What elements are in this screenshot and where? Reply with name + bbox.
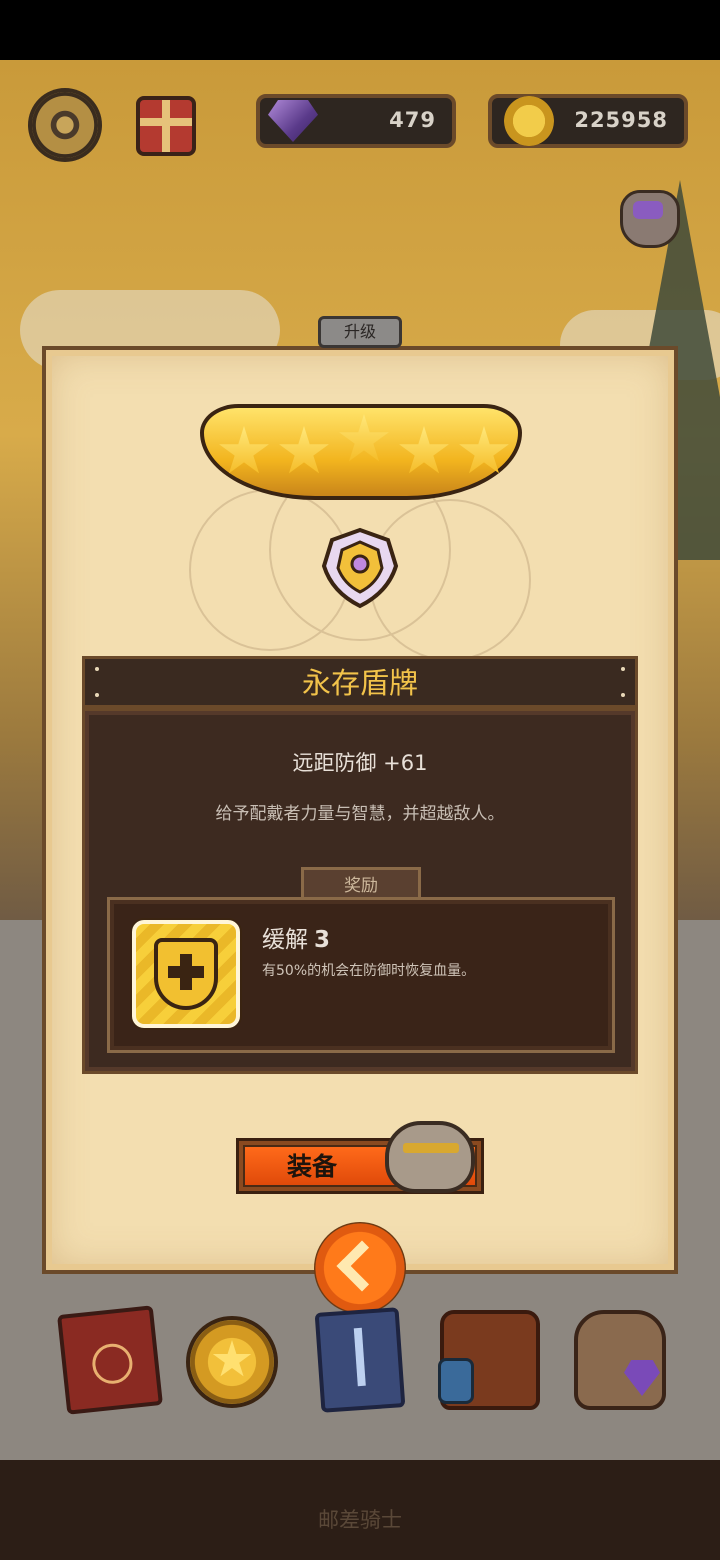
shield-item-icon bbox=[321, 527, 399, 609]
star-icon bbox=[339, 414, 389, 462]
gem-counter[interactable]: 479 bbox=[256, 94, 456, 148]
backpack-icon bbox=[385, 1121, 475, 1193]
reward-tab: 奖励 bbox=[301, 867, 421, 901]
back-button[interactable] bbox=[314, 1222, 406, 1314]
item-description: 给予配戴者力量与智慧，并超越敌人。 bbox=[215, 804, 505, 824]
gem-icon bbox=[268, 100, 318, 142]
nav-cards-icon[interactable] bbox=[314, 1307, 406, 1413]
gem-count: 479 bbox=[389, 108, 436, 132]
upgrade-tab[interactable]: 升级 bbox=[318, 316, 402, 348]
loot-bag-icon[interactable] bbox=[620, 190, 680, 248]
nav-treasure-icon[interactable] bbox=[574, 1310, 666, 1410]
item-name-bar: 永存盾牌 bbox=[82, 656, 638, 708]
nav-spellbook-icon[interactable] bbox=[57, 1305, 163, 1415]
heal-shield-icon bbox=[132, 920, 240, 1028]
equip-button[interactable]: 装备 bbox=[236, 1121, 484, 1194]
settings-gear-icon[interactable] bbox=[32, 92, 98, 158]
perk-description: 有50%的机会在防御时恢复血量。 bbox=[262, 963, 476, 979]
coin-icon bbox=[504, 96, 554, 146]
perk-name: 缓解 bbox=[262, 927, 308, 953]
reward-box: 缓解 3 有50%的机会在防御时恢复血量。 bbox=[107, 897, 615, 1053]
perk-level: 3 bbox=[314, 927, 331, 953]
item-stat: 远距防御 +61 bbox=[292, 751, 428, 775]
equip-label: 装备 bbox=[287, 1152, 338, 1181]
star-rating-banner bbox=[200, 404, 522, 500]
item-name: 永存盾牌 bbox=[301, 666, 418, 700]
chevron-left-icon bbox=[336, 1240, 388, 1292]
status-bar bbox=[0, 0, 720, 60]
coin-counter[interactable]: 225958 bbox=[488, 94, 688, 148]
perk-title: 缓解 3 bbox=[262, 920, 330, 954]
gift-icon[interactable] bbox=[136, 96, 196, 156]
star-icon bbox=[459, 426, 509, 474]
game-title: 邮差骑士 bbox=[318, 1508, 402, 1532]
nav-medal-icon[interactable] bbox=[186, 1316, 278, 1408]
nav-inventory-icon[interactable] bbox=[438, 1310, 540, 1410]
star-icon bbox=[219, 426, 269, 474]
star-icon bbox=[279, 426, 329, 474]
star-icon bbox=[399, 426, 449, 474]
coin-count: 225958 bbox=[574, 108, 668, 132]
item-info-box: 远距防御 +61 给予配戴者力量与智慧，并超越敌人。 奖励 缓解 3 有50%的机… bbox=[82, 708, 638, 1074]
